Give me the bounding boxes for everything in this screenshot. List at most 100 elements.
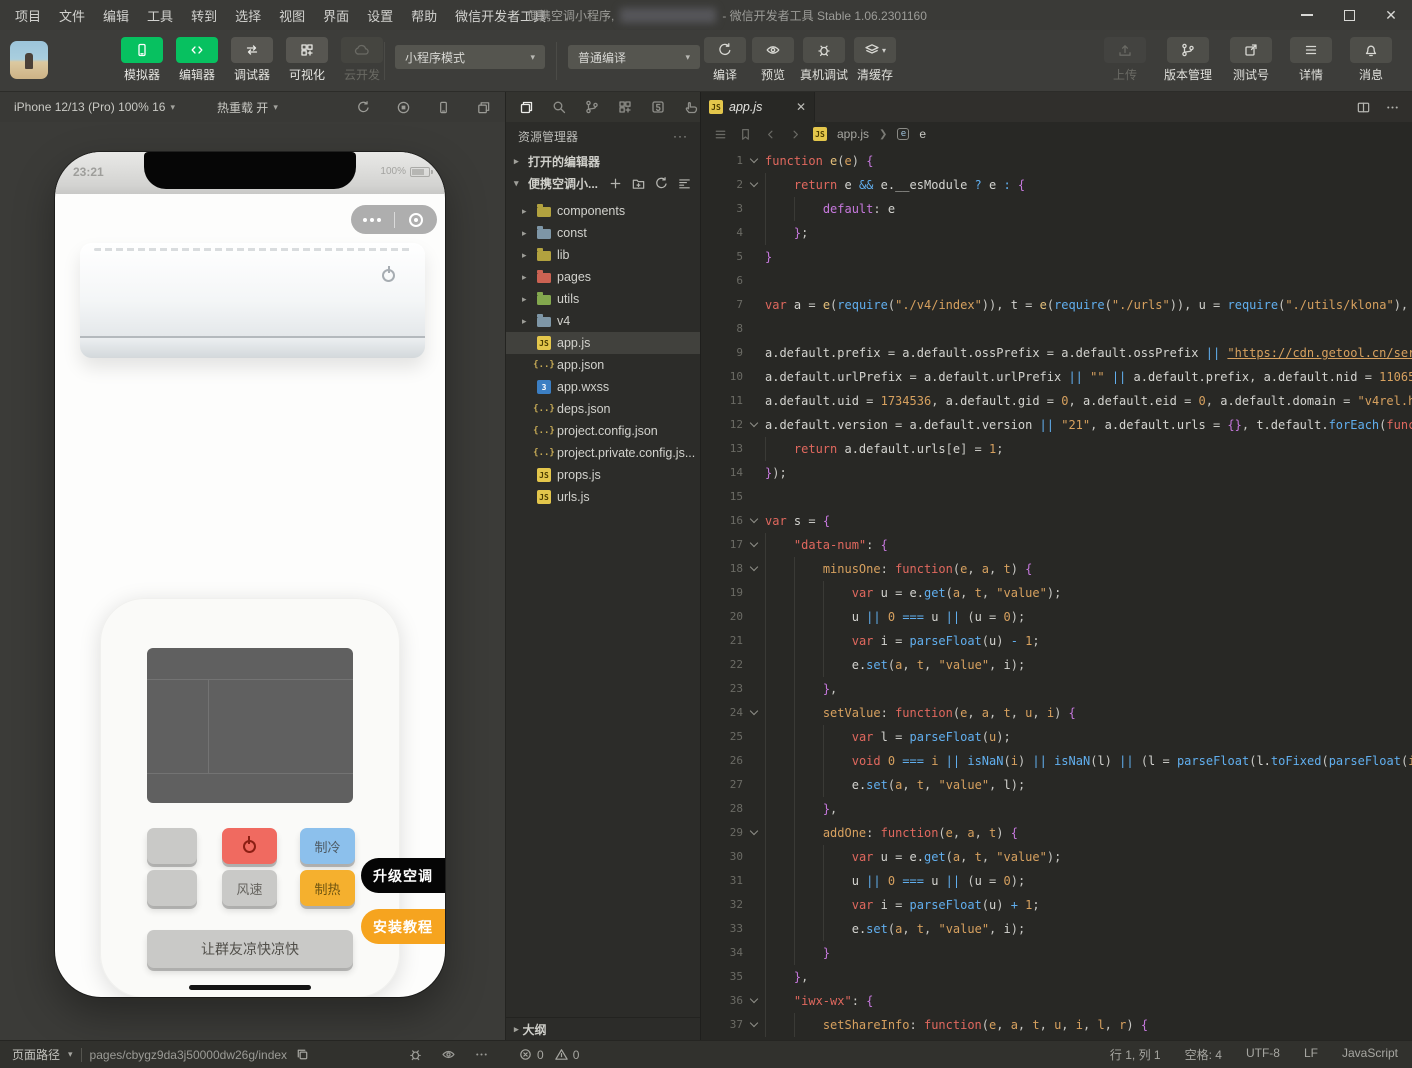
remote-button-blank2[interactable] xyxy=(147,870,197,906)
code-line-3[interactable]: 3 default: e xyxy=(701,197,1412,221)
code-line-25[interactable]: 25 var l = parseFloat(u); xyxy=(701,725,1412,749)
remote-button-制热[interactable]: 制热 xyxy=(300,870,355,906)
action-button-真机调试[interactable]: 真机调试 xyxy=(800,37,848,83)
file-project.config.json[interactable]: {..}project.config.json xyxy=(506,420,700,442)
action-button-预览[interactable]: 预览 xyxy=(752,37,794,83)
page-path-label[interactable]: 页面路径 xyxy=(12,1046,60,1063)
share-button[interactable]: 让群友凉快凉快 xyxy=(147,930,353,968)
action-button-版本管理[interactable]: 版本管理 xyxy=(1164,37,1212,83)
more-actions-icon[interactable] xyxy=(1385,100,1400,115)
problem-counts[interactable]: 0 0 xyxy=(518,1047,579,1062)
code-line-32[interactable]: 32 var i = parseFloat(u) + 1; xyxy=(701,893,1412,917)
file-urls.js[interactable]: JSurls.js xyxy=(506,486,700,508)
breadcrumb-symbol[interactable]: e xyxy=(919,127,926,141)
remote-button-风速[interactable]: 风速 xyxy=(222,870,277,906)
code-line-29[interactable]: 29 addOne: function(e, a, t) { xyxy=(701,821,1412,845)
action-button-编译[interactable]: 编译 xyxy=(704,37,746,83)
folder-v4[interactable]: ▸v4 xyxy=(506,310,700,332)
folder-lib[interactable]: ▸lib xyxy=(506,244,700,266)
code-line-26[interactable]: 26 void 0 === i || isNaN(i) || isNaN(l) … xyxy=(701,749,1412,773)
folder-const[interactable]: ▸const xyxy=(506,222,700,244)
split-editor-icon[interactable] xyxy=(1356,100,1371,115)
code-line-36[interactable]: 36 "iwx-wx": { xyxy=(701,989,1412,1013)
menu-项目[interactable]: 项目 xyxy=(6,6,50,25)
code-line-4[interactable]: 4 }; xyxy=(701,221,1412,245)
more-icon[interactable] xyxy=(474,1047,489,1062)
menu-文件[interactable]: 文件 xyxy=(50,6,94,25)
code-line-28[interactable]: 28 }, xyxy=(701,797,1412,821)
minimize-button[interactable] xyxy=(1286,0,1328,30)
maximize-button[interactable] xyxy=(1328,0,1370,30)
explorer-more-button[interactable]: ··· xyxy=(673,129,688,143)
tab-app-js[interactable]: JS app.js ✕ xyxy=(701,92,815,122)
fold-icon[interactable] xyxy=(743,413,765,437)
open-editors-section[interactable]: ▸ 打开的编辑器 xyxy=(506,150,700,172)
code-line-1[interactable]: 1function e(e) { xyxy=(701,149,1412,173)
code-line-23[interactable]: 23 }, xyxy=(701,677,1412,701)
action-button-消息[interactable]: 消息 xyxy=(1350,37,1392,83)
code-line-21[interactable]: 21 var i = parseFloat(u) - 1; xyxy=(701,629,1412,653)
files-icon[interactable] xyxy=(518,99,534,115)
action-button-测试号[interactable]: 测试号 xyxy=(1230,37,1272,83)
menu-帮助[interactable]: 帮助 xyxy=(402,6,446,25)
mode-button-模拟器[interactable]: 模拟器 xyxy=(118,37,166,83)
file-deps.json[interactable]: {..}deps.json xyxy=(506,398,700,420)
debug-icon[interactable] xyxy=(408,1047,423,1062)
code-line-34[interactable]: 34 } xyxy=(701,941,1412,965)
menu-界面[interactable]: 界面 xyxy=(314,6,358,25)
fold-icon[interactable] xyxy=(743,533,765,557)
navigate-forward-icon[interactable] xyxy=(788,127,803,142)
preview-icon[interactable] xyxy=(441,1047,456,1062)
status-item[interactable]: JavaScript xyxy=(1342,1046,1398,1063)
fold-icon[interactable] xyxy=(743,509,765,533)
code-line-16[interactable]: 16var s = { xyxy=(701,509,1412,533)
status-item[interactable]: 空格: 4 xyxy=(1185,1046,1222,1063)
branch-icon[interactable] xyxy=(584,99,600,115)
code-line-22[interactable]: 22 e.set(a, t, "value", i); xyxy=(701,653,1412,677)
code-line-14[interactable]: 14}); xyxy=(701,461,1412,485)
copy-path-icon[interactable] xyxy=(295,1047,310,1062)
user-avatar[interactable] xyxy=(10,41,48,79)
code-line-7[interactable]: 7var a = e(require("./v4/index")), t = e… xyxy=(701,293,1412,317)
code-line-10[interactable]: 10a.default.urlPrefix = a.default.urlPre… xyxy=(701,365,1412,389)
menu-视图[interactable]: 视图 xyxy=(270,6,314,25)
more-dots-icon[interactable] xyxy=(351,218,394,222)
file-props.js[interactable]: JSprops.js xyxy=(506,464,700,486)
remote-button-blank1[interactable] xyxy=(147,828,197,864)
remote-button-power[interactable] xyxy=(222,828,277,864)
file-project.private.config.js...[interactable]: {..}project.private.config.js... xyxy=(506,442,700,464)
code-line-15[interactable]: 15 xyxy=(701,485,1412,509)
close-circle-icon[interactable] xyxy=(395,213,438,227)
code-line-30[interactable]: 30 var u = e.get(a, t, "value"); xyxy=(701,845,1412,869)
close-button[interactable]: ✕ xyxy=(1370,0,1412,30)
action-button-清缓存[interactable]: ▾清缓存 xyxy=(854,37,896,83)
status-item[interactable]: UTF-8 xyxy=(1246,1046,1280,1063)
menu-选择[interactable]: 选择 xyxy=(226,6,270,25)
code-line-2[interactable]: 2 return e && e.__esModule ? e : { xyxy=(701,173,1412,197)
code-line-6[interactable]: 6 xyxy=(701,269,1412,293)
tab-close-icon[interactable]: ✕ xyxy=(796,100,806,114)
float-button-安装教程[interactable]: 安装教程 xyxy=(361,909,445,944)
grid-icon[interactable] xyxy=(617,99,633,115)
page-path-value[interactable]: pages/cbygz9da3j50000dw26g/index xyxy=(90,1048,288,1062)
file-app.json[interactable]: {..}app.json xyxy=(506,354,700,376)
new-file-icon[interactable] xyxy=(608,176,623,191)
new-folder-icon[interactable] xyxy=(631,176,646,191)
file-app.wxss[interactable]: 3app.wxss xyxy=(506,376,700,398)
search-icon[interactable] xyxy=(551,99,567,115)
miniprogram-capsule[interactable] xyxy=(351,205,437,234)
code-line-5[interactable]: 5} xyxy=(701,245,1412,269)
menu-编辑[interactable]: 编辑 xyxy=(94,6,138,25)
menu-转到[interactable]: 转到 xyxy=(182,6,226,25)
code-line-37[interactable]: 37 setShareInfo: function(e, a, t, u, i,… xyxy=(701,1013,1412,1037)
project-section[interactable]: ▾ 便携空调小... xyxy=(506,172,700,194)
restart-icon[interactable] xyxy=(356,100,371,115)
device-frame-icon[interactable] xyxy=(436,100,451,115)
fold-icon[interactable] xyxy=(743,557,765,581)
code-line-11[interactable]: 11a.default.uid = 1734536, a.default.gid… xyxy=(701,389,1412,413)
code-line-35[interactable]: 35 }, xyxy=(701,965,1412,989)
fold-icon[interactable] xyxy=(743,989,765,1013)
mode-button-编辑器[interactable]: 编辑器 xyxy=(173,37,221,83)
file-app.js[interactable]: JSapp.js xyxy=(506,332,700,354)
code-line-12[interactable]: 12a.default.version = a.default.version … xyxy=(701,413,1412,437)
